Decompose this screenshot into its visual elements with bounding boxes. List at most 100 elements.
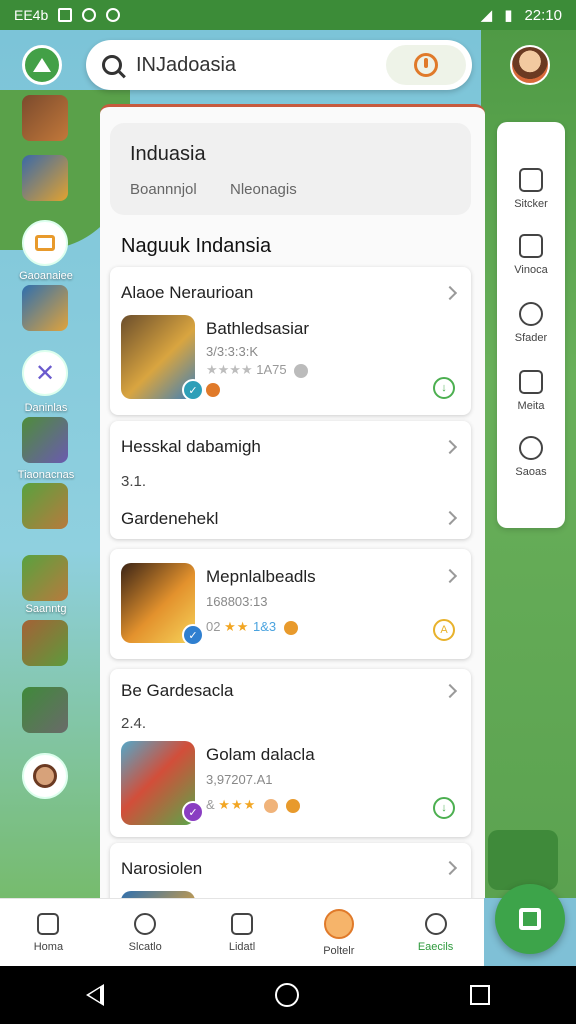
back-icon[interactable] — [85, 984, 104, 1006]
side-video-item[interactable]: Vinoca — [497, 234, 565, 276]
side-item-label: Sfader — [514, 332, 548, 344]
coin-icon — [283, 620, 298, 635]
app-rating: & ★★★ — [206, 797, 300, 813]
side-sticker-item[interactable]: Sitcker — [497, 168, 565, 210]
star-rating-icon: ★★★ — [218, 797, 257, 812]
result-card[interactable]: Alaoe Neraurioan ✓ Bathledsasiar 3/3:3:3… — [110, 267, 471, 415]
chevron-right-icon — [442, 285, 458, 301]
download-button[interactable]: ↓ — [433, 797, 455, 819]
nav-label: Homa — [33, 940, 64, 953]
status-carrier: EE4b — [14, 7, 49, 23]
app-meta: 3,97207.A1 — [206, 772, 273, 787]
search-bar[interactable] — [86, 40, 472, 90]
recent-apps-icon[interactable] — [470, 985, 491, 1005]
chevron-right-icon — [442, 510, 458, 526]
chat-icon — [134, 912, 157, 935]
chevron-right-icon — [442, 439, 458, 455]
floating-action-button[interactable] — [495, 884, 565, 954]
region-subtitle[interactable]: Nleonagis — [230, 181, 297, 198]
app-name: Golam dalacla — [206, 745, 315, 764]
home-icon — [37, 912, 60, 935]
rail-game-icon[interactable] — [22, 687, 68, 733]
chevron-right-icon — [442, 860, 458, 876]
side-profile-item[interactable]: Saoas — [497, 436, 565, 478]
left-rail: Gaoanaiee ✕ Daninlas Tiaonacnas Saanntg — [0, 95, 92, 815]
media-icon — [519, 370, 543, 394]
update-button[interactable]: A — [433, 619, 455, 641]
sim-icon — [58, 8, 73, 22]
info-icon — [294, 363, 309, 378]
nav-home[interactable]: Homa — [0, 899, 97, 966]
region-title: Induasia — [130, 143, 206, 165]
side-item-label: Meita — [517, 400, 545, 412]
menu-button[interactable] — [22, 45, 62, 85]
card-link[interactable]: Gardenehekl — [121, 509, 218, 529]
region-subtitle[interactable]: Boannnjol — [130, 181, 197, 198]
nav-label: Lidatl — [228, 940, 256, 953]
side-media-item[interactable]: Meita — [497, 370, 565, 412]
side-item-label: Sitcker — [514, 198, 548, 210]
result-card[interactable]: Be Gardesacla 2.4. ✓ Golam dalacla 3,972… — [110, 669, 471, 837]
nav-label: Slcatlo — [128, 940, 162, 953]
rail-game-icon[interactable] — [22, 285, 68, 331]
rating-suffix: 1&3 — [253, 619, 277, 634]
result-card[interactable]: ✓ Mepnlalbeadls 168803:13 02 ★★ 1&3 A — [110, 549, 471, 659]
nav-poster[interactable]: Poltelr — [290, 899, 387, 966]
card-subtext: 2.4. — [121, 715, 147, 732]
avatar[interactable] — [510, 45, 550, 85]
card-subtext: 3.1. — [121, 473, 147, 490]
card-heading: Narosiolen — [121, 859, 203, 878]
rail-label: Saanntg — [25, 603, 67, 615]
check-badge-icon: ✓ — [182, 801, 204, 823]
star-rating-icon: ★★ — [224, 619, 250, 634]
nav-search[interactable]: Slcatlo — [97, 899, 194, 966]
download-button[interactable]: ↓ — [433, 377, 455, 399]
rail-game-icon[interactable] — [22, 555, 68, 601]
app-meta: 3/3:3:3:K — [206, 344, 259, 359]
coin-icon — [263, 798, 278, 813]
notification-icon — [82, 8, 97, 22]
home-button-icon[interactable] — [274, 983, 299, 1007]
chevron-right-icon — [442, 683, 458, 699]
result-card[interactable]: Narosiolen — [110, 843, 471, 898]
nav-settings[interactable]: Eaecils — [387, 899, 484, 966]
person-icon — [519, 436, 543, 460]
status-time: 22:10 — [524, 6, 562, 24]
background-bush — [488, 830, 558, 890]
chat-icon — [519, 302, 543, 326]
app-name: Bathledsasiar — [206, 319, 310, 338]
system-navigation-bar — [0, 966, 576, 1024]
rail-game-icon[interactable] — [22, 483, 68, 529]
voice-search-button[interactable] — [386, 45, 466, 85]
side-item-label: Vinoca — [514, 264, 548, 276]
microphone-icon — [414, 53, 438, 77]
rail-game-icon[interactable] — [22, 417, 68, 463]
app-icon[interactable] — [121, 891, 195, 898]
rail-game-icon[interactable] — [22, 95, 68, 141]
app-name: Mepnlalbeadls — [206, 567, 316, 586]
nav-library[interactable]: Lidatl — [194, 899, 291, 966]
side-slider-item[interactable]: Sfader — [497, 302, 565, 344]
region-header-card[interactable]: Induasia Boannnjol Nleonagis — [110, 123, 471, 215]
rail-folder-icon[interactable] — [22, 220, 68, 266]
coin-icon — [206, 383, 220, 397]
game-controller-icon — [323, 908, 354, 939]
search-input[interactable] — [136, 53, 376, 77]
app-meta: 168803:13 — [206, 594, 268, 609]
nav-label: Eaecils — [417, 940, 454, 953]
rail-label: Tiaonacnas — [17, 469, 75, 481]
rail-game-icon[interactable] — [22, 620, 68, 666]
rail-close-icon[interactable]: ✕ — [22, 350, 68, 396]
sticker-icon — [519, 168, 543, 192]
check-badge-icon: ✓ — [182, 624, 204, 646]
rail-game-icon[interactable] — [22, 155, 68, 201]
app-rating: 02 ★★ 1&3 — [206, 619, 298, 635]
check-badge-icon: ✓ — [182, 379, 204, 401]
menu-icon — [33, 58, 51, 72]
rating-prefix: 02 — [206, 619, 221, 634]
app-rating: ★★★★ 1A75 — [206, 362, 309, 378]
result-card[interactable]: Hesskal dabamigh 3.1. Gardenehekl — [110, 421, 471, 539]
grid-icon — [519, 908, 541, 930]
rating-prefix: & — [206, 797, 215, 812]
rail-character-icon[interactable] — [22, 753, 68, 799]
